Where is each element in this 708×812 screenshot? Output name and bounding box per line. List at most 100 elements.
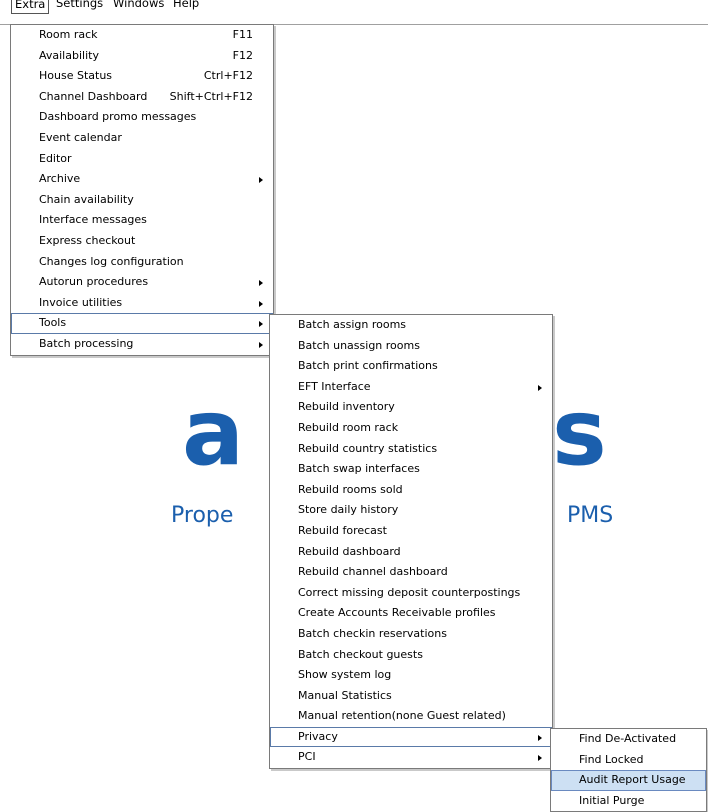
menu-item-label: Autorun procedures — [39, 275, 149, 289]
submenu-arrow-icon — [259, 300, 263, 307]
menu-item-batch-print-confirmations[interactable]: Batch print confirmations — [270, 356, 552, 377]
menu-item-label: Channel Dashboard — [39, 89, 148, 103]
menu-item-label: Manual Statistics — [298, 688, 392, 702]
menu-item-manual-retention[interactable]: Manual retention(none Guest related) — [270, 706, 552, 727]
menu-item-correct-missing-deposit-counterpostings[interactable]: Correct missing deposit counterpostings — [270, 583, 552, 604]
tagline-left: Prope — [171, 503, 234, 528]
menu-item-archive[interactable]: Archive — [11, 169, 273, 190]
menu-item-batch-checkin-reservations[interactable]: Batch checkin reservations — [270, 624, 552, 645]
menu-item-batch-checkout-guests[interactable]: Batch checkout guests — [270, 645, 552, 666]
menu-item-label: Batch processing — [39, 336, 134, 350]
menu-item-channel-dashboard[interactable]: Channel Dashboard Shift+Ctrl+F12 — [11, 87, 273, 108]
menu-item-rebuild-channel-dashboard[interactable]: Rebuild channel dashboard — [270, 562, 552, 583]
menu-item-batch-swap-interfaces[interactable]: Batch swap interfaces — [270, 459, 552, 480]
menu-item-label: Batch print confirmations — [298, 359, 438, 373]
menu-item-label: Interface messages — [39, 213, 147, 227]
menu-item-label: Rebuild country statistics — [298, 441, 438, 455]
menu-item-label: Manual retention(none Guest related) — [298, 709, 506, 723]
menu-item-label: Rebuild rooms sold — [298, 482, 403, 496]
menu-item-rebuild-room-rack[interactable]: Rebuild room rack — [270, 418, 552, 439]
menu-item-label: PCI — [298, 750, 316, 764]
menu-item-find-de-activated[interactable]: Find De-Activated — [551, 729, 706, 750]
menu-item-label: Batch checkout guests — [298, 647, 423, 661]
privacy-submenu: Find De-Activated Find Locked Audit Repo… — [550, 728, 707, 812]
menu-item-room-rack[interactable]: Room rack F11 — [11, 25, 273, 46]
submenu-arrow-icon — [538, 384, 542, 391]
menu-item-label: Correct missing deposit counterpostings — [298, 585, 521, 599]
menu-item-dashboard-promo-messages[interactable]: Dashboard promo messages — [11, 107, 273, 128]
menu-item-editor[interactable]: Editor — [11, 149, 273, 170]
menu-item-rebuild-forecast[interactable]: Rebuild forecast — [270, 521, 552, 542]
submenu-arrow-icon — [259, 341, 263, 348]
menu-item-label: Room rack — [39, 28, 98, 41]
menu-item-label: Tools — [39, 316, 67, 330]
menu-item-rebuild-country-statistics[interactable]: Rebuild country statistics — [270, 439, 552, 460]
extra-dropdown-menu: Room rack F11 Availability F12 House Statu… — [10, 24, 274, 356]
menu-item-label: Show system log — [298, 668, 392, 682]
menu-item-store-daily-history[interactable]: Store daily history — [270, 500, 552, 521]
menu-item-tools[interactable]: Tools — [11, 313, 273, 334]
menu-item-label: Find Locked — [579, 752, 644, 766]
menu-item-label: Rebuild forecast — [298, 523, 387, 537]
menu-item-label: Rebuild room rack — [298, 420, 399, 434]
menu-item-label: Express checkout — [39, 233, 136, 247]
menu-item-find-locked[interactable]: Find Locked — [551, 750, 706, 771]
menu-item-house-status[interactable]: House Status Ctrl+F12 — [11, 66, 273, 87]
menu-item-initial-purge[interactable]: Initial Purge — [551, 791, 706, 812]
menu-item-pci[interactable]: PCI — [270, 747, 552, 768]
menu-item-show-system-log[interactable]: Show system log — [270, 665, 552, 686]
menu-item-label: EFT Interface — [298, 379, 371, 393]
menu-item-label: Availability — [39, 48, 99, 62]
submenu-arrow-icon — [259, 280, 263, 287]
menu-item-label: Invoice utilities — [39, 295, 123, 309]
menu-item-label: Batch checkin reservations — [298, 626, 447, 640]
menu-item-audit-report-usage[interactable]: Audit Report Usage — [551, 770, 706, 791]
menu-item-create-ar-profiles[interactable]: Create Accounts Receivable profiles — [270, 603, 552, 624]
shortcut-label: Ctrl+F12 — [203, 69, 253, 83]
menu-item-label: Initial Purge — [579, 793, 645, 807]
menu-item-privacy[interactable]: Privacy — [270, 726, 552, 748]
menu-item-interface-messages[interactable]: Interface messages — [11, 210, 273, 231]
menu-item-rebuild-rooms-sold[interactable]: Rebuild rooms sold — [270, 480, 552, 501]
menu-item-label: Batch unassign rooms — [298, 338, 420, 352]
menu-item-label: Archive — [39, 172, 81, 186]
menu-item-label: House Status — [39, 69, 113, 83]
menu-item-batch-unassign-rooms[interactable]: Batch unassign rooms — [270, 336, 552, 357]
menu-item-label: Chain availability — [39, 192, 134, 206]
logo-right-letter: s — [552, 379, 613, 486]
menu-item-availability[interactable]: Availability F12 — [11, 46, 273, 67]
menu-settings[interactable]: Settings — [53, 0, 106, 12]
menu-item-eft-interface[interactable]: EFT Interface — [270, 377, 552, 398]
menu-item-batch-processing[interactable]: Batch processing — [11, 334, 273, 355]
menu-item-autorun-procedures[interactable]: Autorun procedures — [11, 272, 273, 293]
menu-item-rebuild-inventory[interactable]: Rebuild inventory — [270, 397, 552, 418]
submenu-arrow-icon — [538, 734, 542, 741]
shortcut-label: F12 — [232, 48, 253, 62]
shortcut-label: F11 — [232, 28, 253, 41]
menu-item-manual-statistics[interactable]: Manual Statistics — [270, 686, 552, 707]
menu-item-label: Changes log configuration — [39, 254, 184, 268]
menu-item-label: Create Accounts Receivable profiles — [298, 606, 496, 620]
menu-extra[interactable]: Extra — [11, 0, 50, 14]
menu-item-event-calendar[interactable]: Event calendar — [11, 128, 273, 149]
logo-left-letter: a — [182, 379, 251, 486]
menu-item-chain-availability[interactable]: Chain availability — [11, 190, 273, 211]
menu-item-invoice-utilities[interactable]: Invoice utilities — [11, 293, 273, 314]
menu-item-changes-log-configuration[interactable]: Changes log configuration — [11, 252, 273, 273]
submenu-arrow-icon — [259, 177, 263, 184]
menu-item-label: Find De-Activated — [579, 732, 677, 745]
tagline-right: PMS — [567, 503, 614, 528]
menu-item-label: Rebuild dashboard — [298, 544, 401, 558]
menu-bar: Extra Settings Windows Help — [0, 0, 708, 25]
menu-help[interactable]: Help — [170, 0, 202, 12]
tools-submenu: Batch assign rooms Batch unassign rooms … — [269, 314, 553, 770]
menu-item-express-checkout[interactable]: Express checkout — [11, 231, 273, 252]
menu-item-label: Dashboard promo messages — [39, 110, 197, 124]
menu-item-batch-assign-rooms[interactable]: Batch assign rooms — [270, 315, 552, 336]
submenu-arrow-icon — [259, 321, 263, 328]
menu-item-label: Editor — [39, 151, 72, 165]
shortcut-label: Shift+Ctrl+F12 — [169, 89, 253, 103]
menu-item-rebuild-dashboard[interactable]: Rebuild dashboard — [270, 542, 552, 563]
menu-item-label: Rebuild inventory — [298, 400, 395, 414]
menu-windows[interactable]: Windows — [110, 0, 167, 12]
